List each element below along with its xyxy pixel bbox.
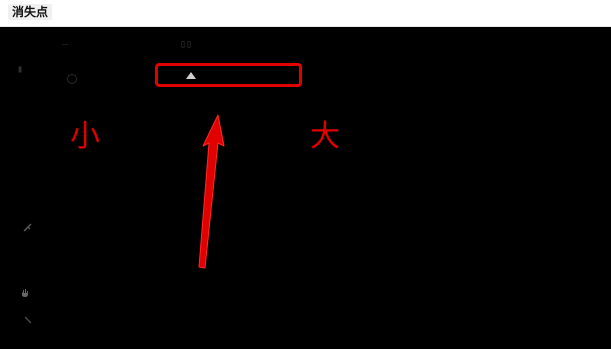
- circle-icon: [67, 74, 77, 84]
- max-label: 大: [310, 119, 340, 154]
- dim-tick-a: —: [62, 39, 69, 50]
- window-title: 消失点: [12, 5, 49, 19]
- dim-tick-b: ▯▯: [180, 39, 193, 50]
- min-label: 小: [70, 119, 100, 154]
- title-bar: 消失点: [0, 0, 611, 27]
- pen-icon: [24, 316, 32, 324]
- hand-icon: [22, 289, 28, 297]
- vanishing-point-slider[interactable]: [155, 63, 302, 87]
- app-window: 消失点 — ▯▯ ▮ 小 大: [0, 0, 611, 349]
- triangle-thumb-icon[interactable]: [186, 72, 196, 79]
- title-chip: 消失点: [8, 4, 53, 20]
- pin-icon: [23, 223, 32, 232]
- dim-tick-c: ▮: [17, 64, 24, 75]
- red-arrow-icon: [198, 114, 225, 269]
